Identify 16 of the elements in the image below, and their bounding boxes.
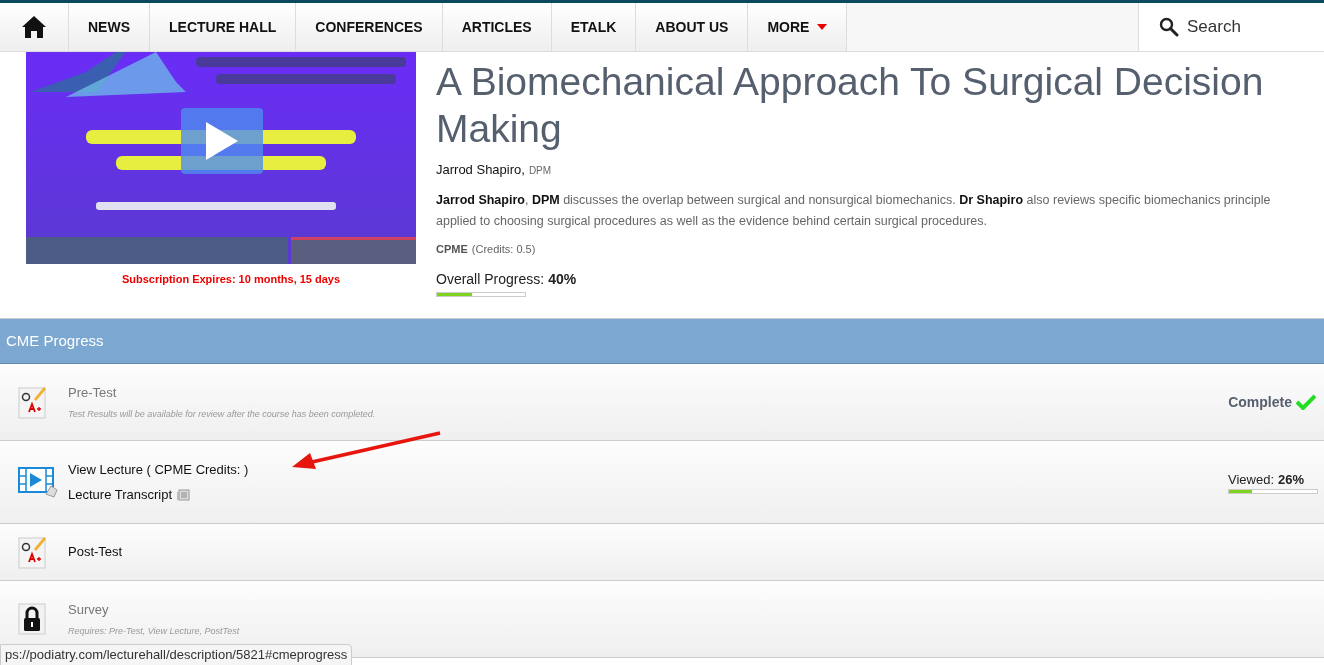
- status-url-tooltip: ps://podiatry.com/lecturehall/description/5821#cmeprogress: [0, 644, 353, 665]
- viewed-label: Viewed:: [1228, 470, 1274, 489]
- progress-value: 40%: [548, 270, 577, 289]
- credit-type: CPME: [436, 241, 468, 257]
- author-name: Jarrod Shapiro,: [436, 161, 525, 179]
- status-label: Complete: [1228, 392, 1292, 412]
- subscription-expiry: Subscription Expires: 10 months, 15 days: [120, 272, 342, 287]
- credit-amount: (Credits: 0.5): [471, 241, 536, 257]
- lecture-title: A Biomechanical Approach To Surgical Decision Making: [436, 59, 1265, 152]
- row-note: Requires: Pre-Test, View Lecture, PostTest: [68, 625, 241, 638]
- lecture-description: Jarrod Shapiro, DPM discusses the overlap between surgical and nonsurgical biomechanics. Dr Shapiro also reviews specific biomechanics principle applied to choosing surgical procedures as well as the evidence behind certain surgical procedures.: [436, 191, 1272, 230]
- viewed-value: 26%: [1278, 470, 1305, 489]
- row-note: Test Results will be available for review after the course has been completed.: [68, 408, 377, 421]
- author-degree: DPM: [528, 164, 552, 178]
- panel-header: CME Progress: [0, 319, 1324, 364]
- progress-label: Overall Progress:: [436, 270, 545, 289]
